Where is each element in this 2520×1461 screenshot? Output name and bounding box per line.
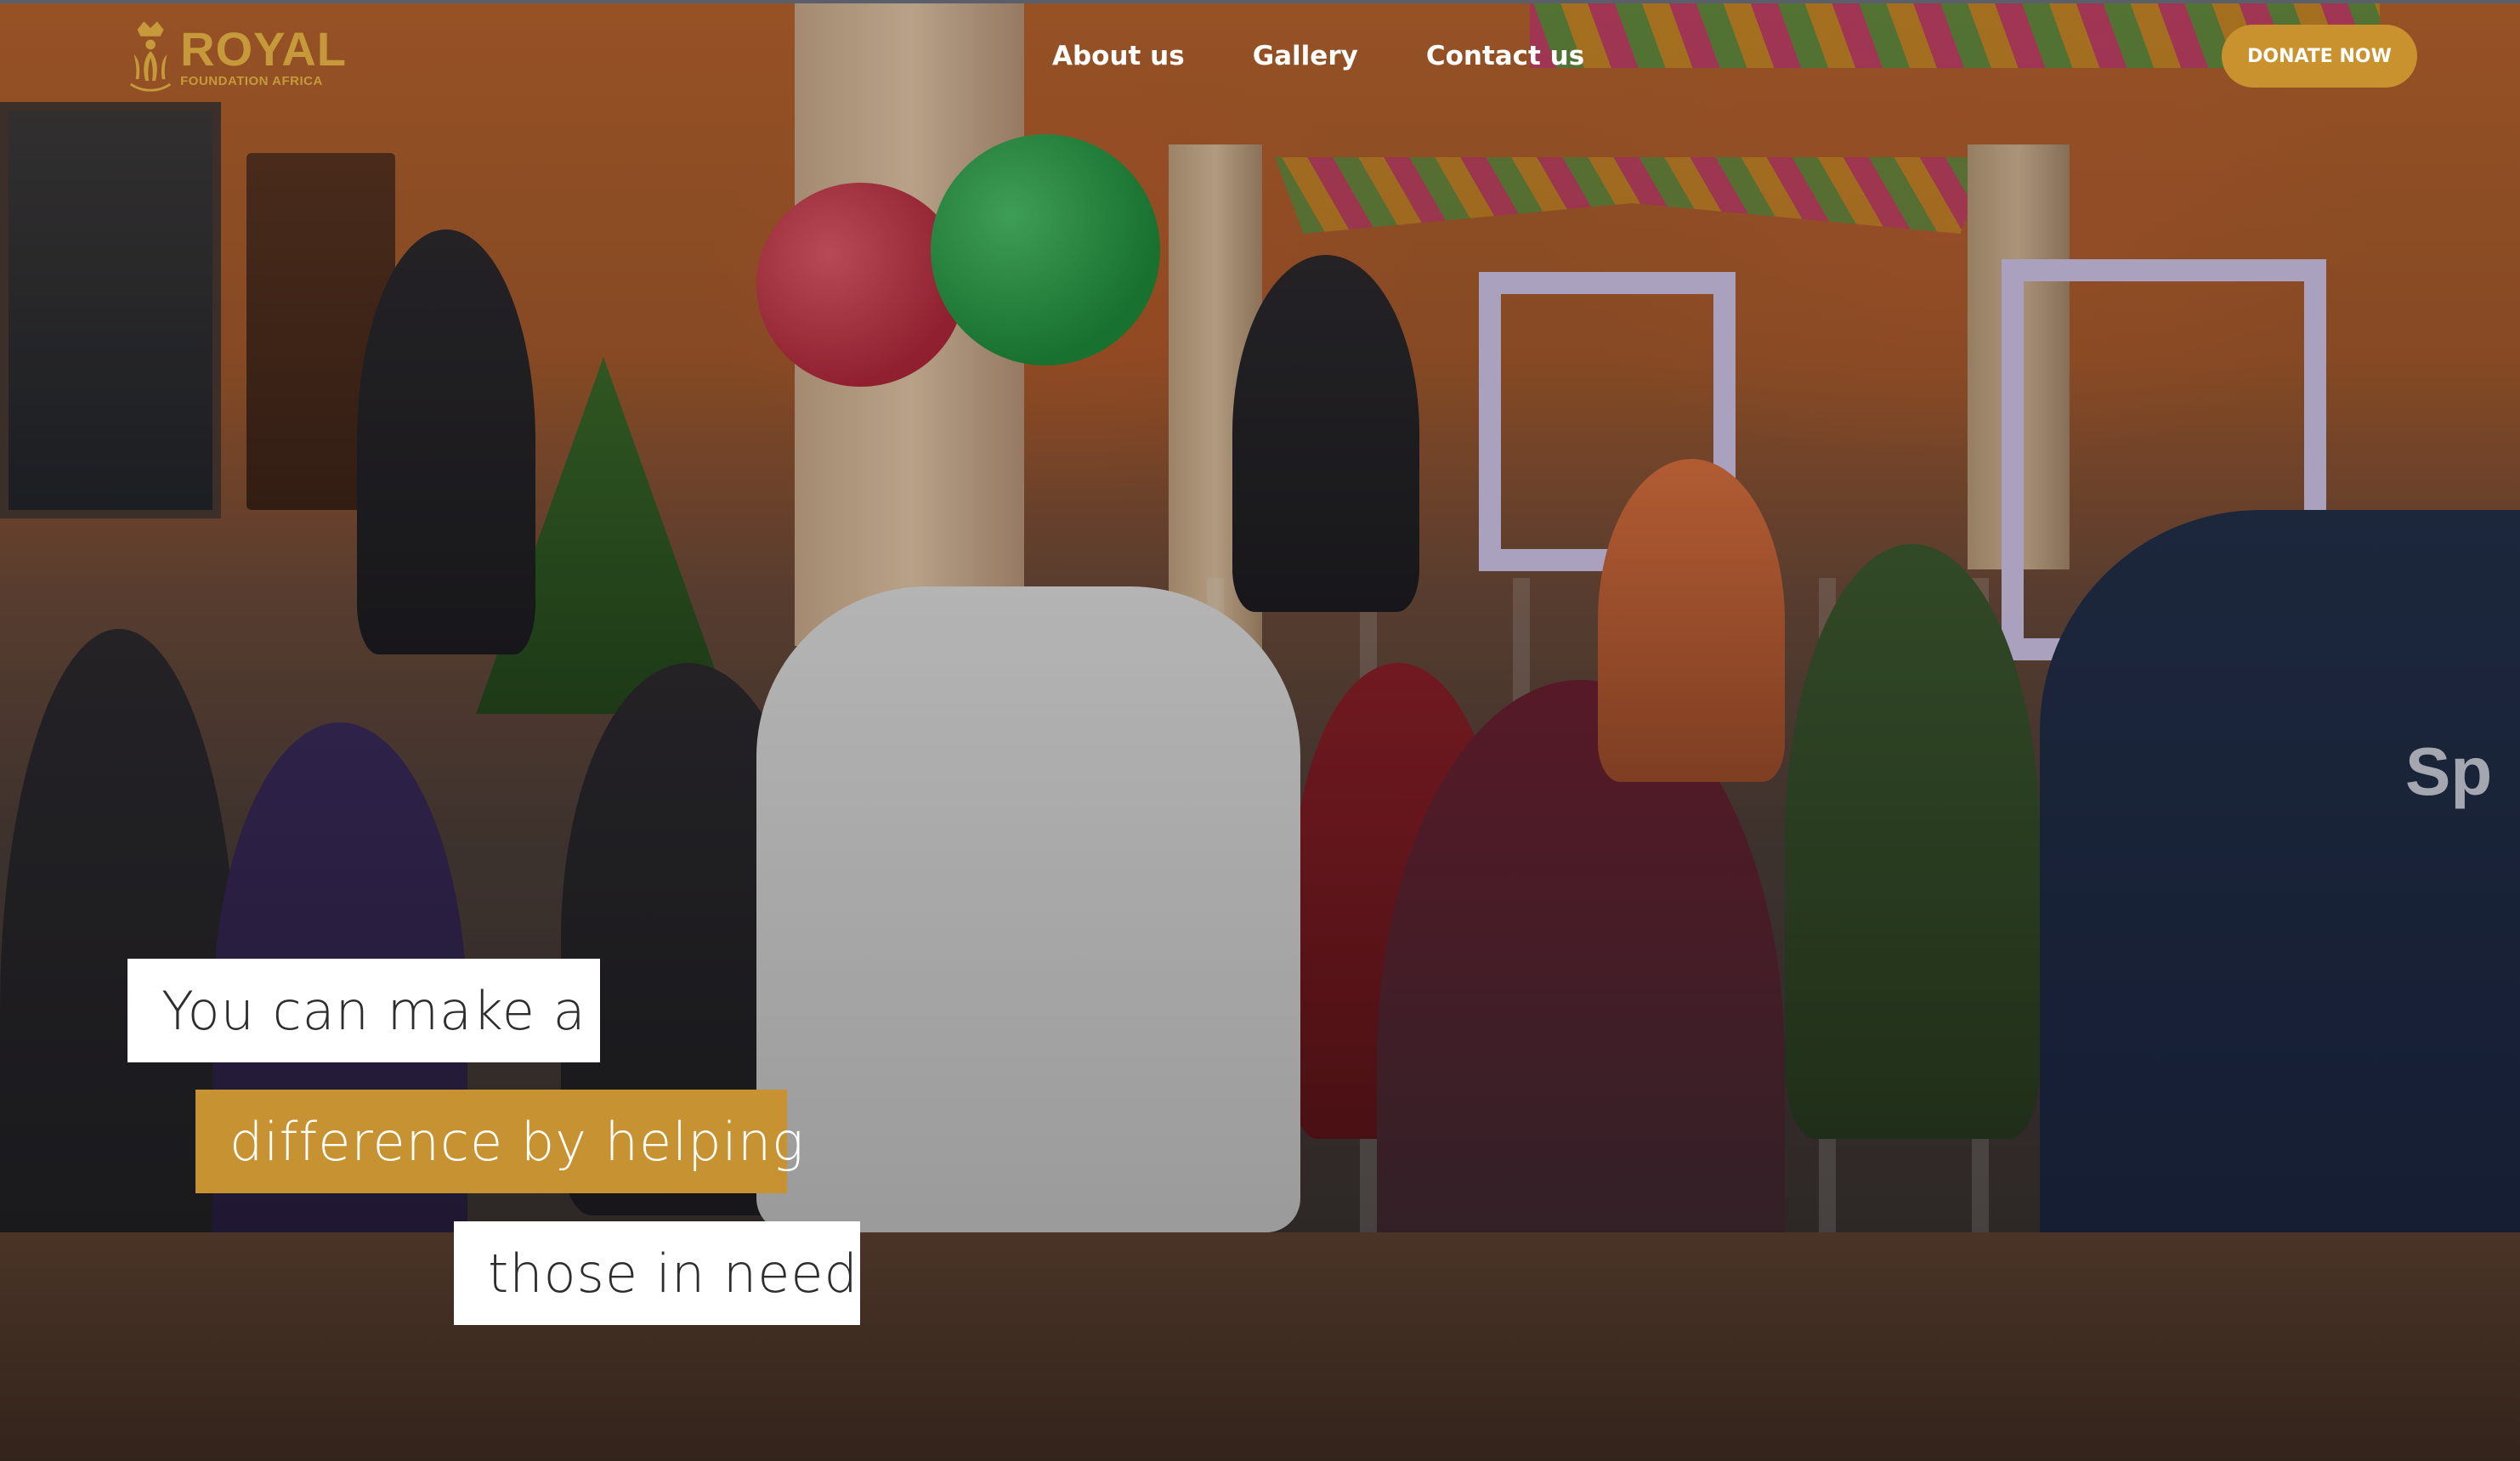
crown-figure-icon (129, 21, 172, 92)
brand-name: ROYAL (180, 21, 347, 76)
top-border (0, 0, 2520, 3)
hero-heading-line-1: You can make a (127, 959, 600, 1062)
hero-overlay (0, 0, 2520, 1461)
nav-link-contact-us[interactable]: Contact us (1426, 41, 1584, 71)
nav-link-gallery[interactable]: Gallery (1253, 41, 1358, 71)
nav-link-about-us[interactable]: About us (1052, 41, 1185, 71)
hero-section: Sp (0, 0, 2520, 1461)
brand-tagline: FOUNDATION AFRICA (180, 73, 323, 88)
brand-logo[interactable]: ROYAL FOUNDATION AFRICA (126, 15, 347, 97)
donate-now-button[interactable]: DONATE NOW (2222, 25, 2417, 88)
hero-heading-line-3: those in need (454, 1221, 860, 1325)
hero-heading-line-2: difference by helping (195, 1090, 803, 1193)
brand-wordmark: ROYAL FOUNDATION AFRICA (180, 25, 347, 88)
main-nav: About us Gallery Contact us (1052, 32, 1584, 80)
